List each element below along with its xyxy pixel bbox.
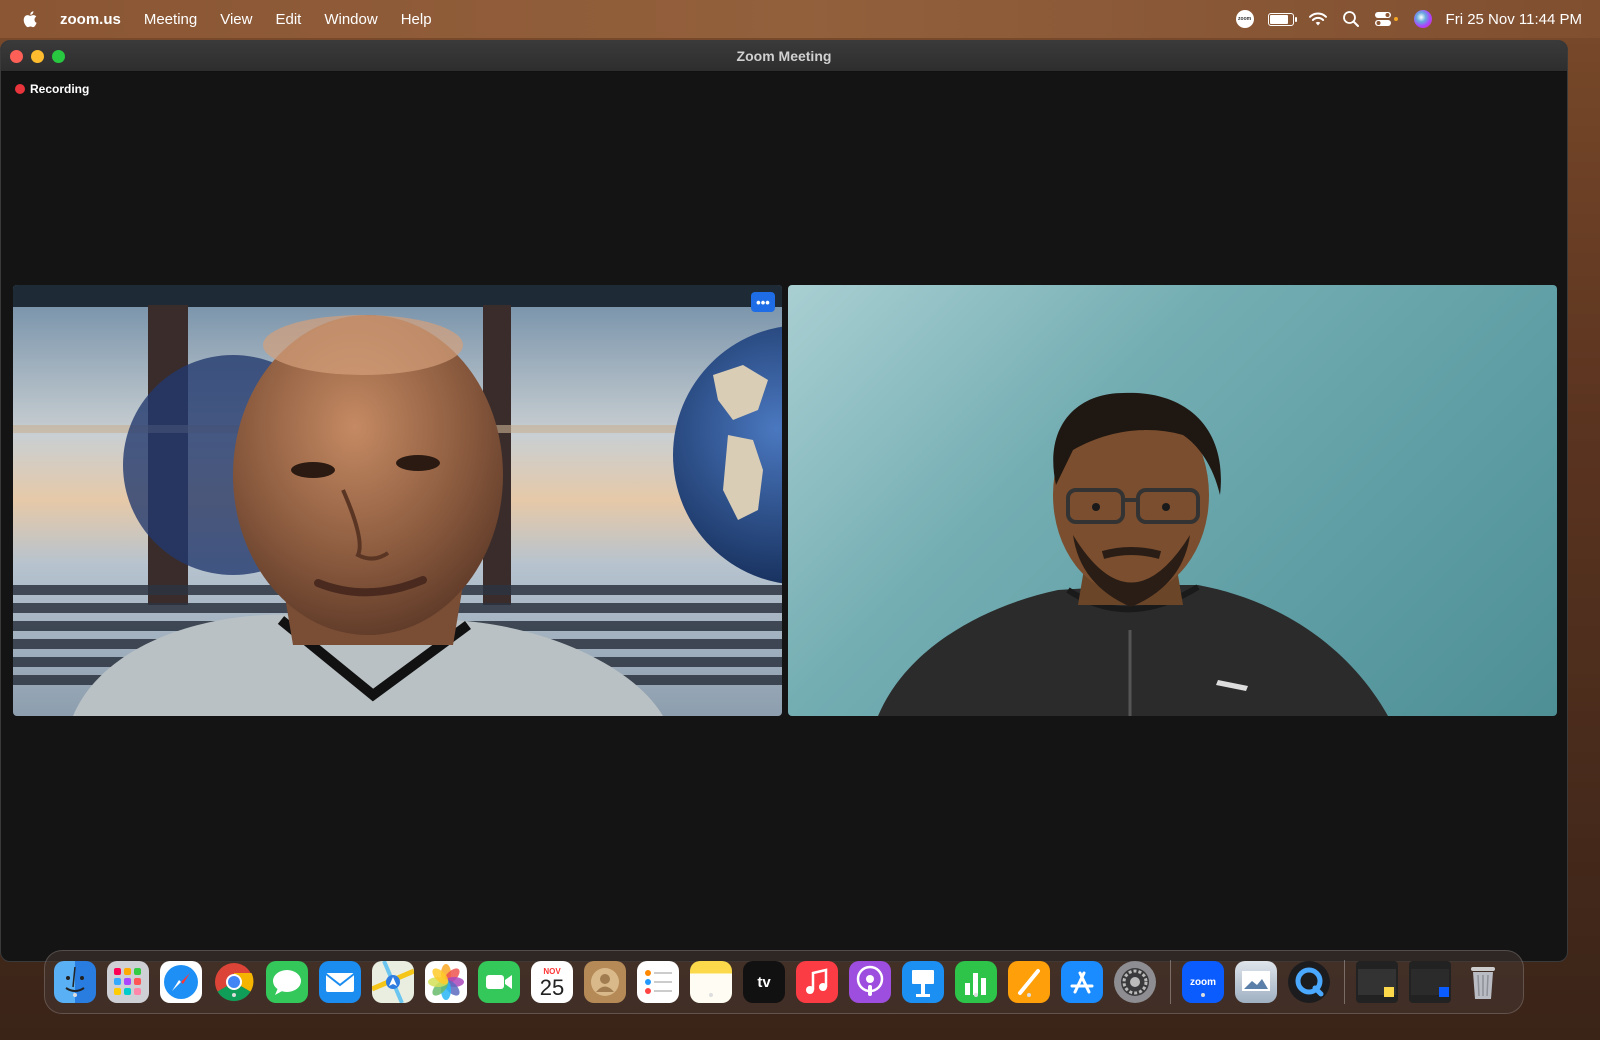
- music-icon[interactable]: [796, 961, 838, 1003]
- running-indicator: [974, 993, 978, 997]
- safari-compass: [164, 965, 198, 999]
- menu-window[interactable]: Window: [324, 11, 377, 28]
- menu-view[interactable]: View: [220, 11, 252, 28]
- music-note: [806, 968, 828, 994]
- messages-bubble: [273, 970, 301, 995]
- spotlight-search-icon[interactable]: [1342, 10, 1360, 28]
- zoom-meeting-window: Zoom Meeting Recording •••: [0, 40, 1568, 962]
- menu-meeting[interactable]: Meeting: [144, 11, 197, 28]
- menu-bar: zoom.us Meeting View Edit Window Help zo…: [0, 0, 1600, 38]
- apple-tv-label: tv: [757, 973, 771, 991]
- battery-level-fill: [1269, 14, 1288, 24]
- finder-icon[interactable]: [54, 961, 96, 1003]
- recording-label: Recording: [30, 82, 90, 96]
- window-thumbnail: [1358, 969, 1396, 997]
- system-settings-icon[interactable]: [1114, 961, 1156, 1003]
- launchpad-icon[interactable]: [107, 961, 149, 1003]
- notes-icon[interactable]: [690, 961, 732, 1003]
- pages-icon[interactable]: [1008, 961, 1050, 1003]
- menu-help[interactable]: Help: [401, 11, 432, 28]
- messages-icon[interactable]: [266, 961, 308, 1003]
- calendar-day: 25: [539, 974, 565, 1000]
- app-store-icon[interactable]: [1061, 961, 1103, 1003]
- running-indicator: [1201, 993, 1205, 997]
- maps-icon[interactable]: [372, 961, 414, 1003]
- quicktime-q: [1295, 967, 1324, 997]
- minimized-window-1[interactable]: [1356, 961, 1398, 1003]
- keynote-icon[interactable]: [902, 961, 944, 1003]
- wifi-icon[interactable]: [1308, 11, 1328, 27]
- dock-separator: [1344, 960, 1345, 1004]
- facetime-icon[interactable]: [478, 961, 520, 1003]
- facetime-camera: [486, 975, 512, 989]
- running-indicator: [1027, 993, 1031, 997]
- participant-video-1: [13, 285, 782, 716]
- photos-flower: [428, 964, 464, 1000]
- zoom-status-icon[interactable]: zoom: [1235, 10, 1254, 28]
- running-indicator: [232, 993, 236, 997]
- dock-separator: [1170, 960, 1171, 1004]
- apple-menu-icon[interactable]: [20, 9, 40, 29]
- dock: NOV 25 tv zoom: [44, 950, 1524, 1014]
- window-thumbnail: [1411, 969, 1449, 997]
- preview-icon[interactable]: [1235, 961, 1277, 1003]
- contacts-icon[interactable]: [584, 961, 626, 1003]
- reminders-list: [645, 970, 672, 994]
- safari-icon[interactable]: [160, 961, 202, 1003]
- zoom-app-icon[interactable]: zoom: [1182, 961, 1224, 1003]
- keynote-podium: [912, 970, 934, 997]
- control-center-icon[interactable]: [1374, 10, 1400, 28]
- podcasts-icon[interactable]: [849, 961, 891, 1003]
- preview-photos: [1242, 971, 1270, 991]
- siri-icon[interactable]: [1413, 10, 1432, 28]
- participant-options-button[interactable]: •••: [751, 292, 775, 312]
- podcasts-mic: [856, 965, 884, 996]
- minimized-window-2[interactable]: [1409, 961, 1451, 1003]
- battery-icon[interactable]: [1267, 12, 1297, 26]
- settings-gear: [1121, 968, 1149, 996]
- maps-graphic: [372, 961, 414, 1003]
- window-titlebar[interactable]: Zoom Meeting: [1, 41, 1567, 72]
- chrome-icon[interactable]: [213, 961, 255, 1003]
- window-title: Zoom Meeting: [736, 48, 832, 64]
- recording-dot-icon: [15, 84, 25, 94]
- contacts-person: [591, 968, 619, 996]
- menubar-clock[interactable]: Fri 25 Nov 11:44 PM: [1446, 11, 1582, 28]
- participant-video-tile-1[interactable]: •••: [13, 285, 782, 716]
- menu-app-name[interactable]: zoom.us: [60, 11, 121, 28]
- numbers-icon[interactable]: [955, 961, 997, 1003]
- quicktime-icon[interactable]: [1288, 961, 1330, 1003]
- reminders-icon[interactable]: [637, 961, 679, 1003]
- menu-edit[interactable]: Edit: [275, 11, 301, 28]
- running-indicator: [709, 993, 713, 997]
- photos-icon[interactable]: [425, 961, 467, 1003]
- trash-bin: [1471, 967, 1495, 999]
- mail-icon[interactable]: [319, 961, 361, 1003]
- mail-envelope: [325, 973, 355, 992]
- participant-video-tile-2[interactable]: [788, 285, 1557, 716]
- trash-icon[interactable]: [1462, 961, 1504, 1003]
- launchpad-grid: [114, 968, 141, 995]
- participant-video-2: [878, 392, 1388, 716]
- apple-tv-icon[interactable]: tv: [743, 961, 785, 1003]
- app-store-a: [1070, 971, 1094, 994]
- running-indicator: [73, 993, 77, 997]
- zoom-app-label: zoom: [1189, 976, 1217, 988]
- recording-indicator[interactable]: Recording: [15, 82, 89, 96]
- status-area: zoom Fri 25 Nov 11:44 PM: [1235, 0, 1582, 38]
- calendar-icon[interactable]: NOV 25: [531, 961, 573, 1003]
